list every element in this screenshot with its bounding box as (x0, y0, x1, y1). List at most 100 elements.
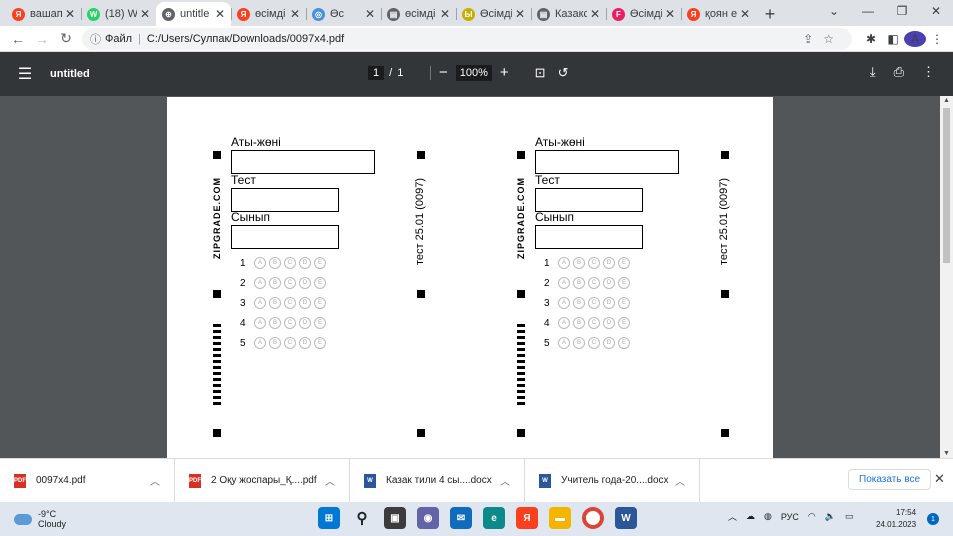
close-tab-icon[interactable]: ✕ (590, 7, 600, 21)
chevron-up-icon[interactable]: ︿ (728, 510, 737, 523)
tab-5[interactable]: ▤ өсімді ✕ (381, 2, 456, 26)
answer-bubble[interactable]: B (269, 277, 281, 289)
chevron-up-icon[interactable]: ︿ (150, 473, 160, 488)
answer-bubble[interactable]: D (603, 277, 615, 289)
answer-bubble[interactable]: A (558, 337, 570, 349)
url-text[interactable]: C:/Users/Сулпак/Downloads/0097x4.pdf (147, 33, 344, 45)
answer-bubble[interactable]: D (603, 257, 615, 269)
volume-icon[interactable]: 🔈 (825, 511, 836, 522)
zoom-level-input[interactable]: 100% (455, 64, 492, 81)
answer-bubble[interactable]: D (299, 257, 311, 269)
cloud-sync-icon[interactable]: ☁ (746, 511, 755, 522)
download-icon[interactable]: ⤓ (870, 64, 876, 80)
new-tab-button[interactable]: + (756, 2, 784, 26)
battery-icon[interactable]: ▭ (845, 511, 854, 522)
download-item[interactable]: PDF 0097x4.pdf ︿ (0, 458, 175, 503)
chevron-up-icon[interactable]: ︿ (500, 473, 510, 488)
close-tab-icon[interactable]: ✕ (440, 7, 450, 21)
wifi-icon[interactable]: ◠ (808, 511, 816, 522)
omnibox[interactable]: ⓘ Файл | C:/Users/Сулпак/Downloads/0097x… (82, 27, 852, 50)
answer-bubble[interactable]: B (573, 257, 585, 269)
answer-bubble[interactable]: D (299, 297, 311, 309)
close-tab-icon[interactable]: ✕ (140, 7, 150, 21)
scrollbar-thumb[interactable] (943, 108, 950, 263)
info-icon[interactable]: ⓘ (90, 31, 101, 47)
answer-bubble[interactable]: C (588, 297, 600, 309)
answer-bubble[interactable]: B (573, 277, 585, 289)
hamburger-menu-icon[interactable]: ☰ (0, 64, 50, 84)
answer-bubble[interactable]: E (314, 317, 326, 329)
tab-1[interactable]: W (18) Wh✕ (81, 2, 156, 26)
answer-bubble[interactable]: A (254, 297, 266, 309)
file-explorer-icon[interactable]: ▬ (549, 507, 571, 529)
answer-bubble[interactable]: A (254, 317, 266, 329)
answer-bubble[interactable]: A (558, 277, 570, 289)
answer-bubble[interactable]: A (254, 337, 266, 349)
answer-bubble[interactable]: C (588, 257, 600, 269)
notification-badge[interactable]: 1 (927, 513, 939, 525)
share-icon[interactable]: ⇪ (803, 32, 823, 46)
answer-bubble[interactable]: C (284, 297, 296, 309)
answer-bubble[interactable]: E (618, 337, 630, 349)
answer-bubble[interactable]: B (573, 317, 585, 329)
search-icon[interactable]: ⚲ (351, 507, 373, 529)
close-tab-icon[interactable]: ✕ (65, 7, 75, 21)
tab-9[interactable]: Яқоян е ✕ (681, 2, 756, 26)
answer-bubble[interactable]: D (603, 337, 615, 349)
answer-bubble[interactable]: D (299, 317, 311, 329)
mail-icon[interactable]: ✉ (450, 507, 472, 529)
show-all-downloads-button[interactable]: Показать все (848, 469, 932, 490)
answer-bubble[interactable]: B (269, 317, 281, 329)
page-number-input[interactable]: 1 (368, 66, 385, 80)
answer-bubble[interactable]: E (618, 277, 630, 289)
avatar[interactable]: A (904, 30, 926, 47)
answer-bubble[interactable]: C (284, 277, 296, 289)
answer-bubble[interactable]: C (588, 317, 600, 329)
edge-icon[interactable]: e (483, 507, 505, 529)
test-field[interactable] (535, 188, 643, 212)
side-panel-icon[interactable]: ◧ (882, 32, 904, 46)
close-tab-icon[interactable]: ✕ (740, 7, 750, 21)
fit-page-icon[interactable]: ⊡ (535, 65, 546, 81)
chevron-up-icon[interactable]: ︿ (325, 473, 335, 488)
yandex-browser-icon[interactable]: Я (516, 507, 538, 529)
clock[interactable]: 17:54 24.01.2023 (876, 507, 916, 531)
zoom-out-button[interactable]: − (439, 64, 448, 81)
answer-bubble[interactable]: E (618, 317, 630, 329)
language-indicator[interactable]: РУС (781, 512, 799, 522)
more-options-icon[interactable]: ⋮ (922, 64, 935, 80)
zoom-in-button[interactable]: + (500, 64, 509, 81)
tab-0[interactable]: Явашап ✕ (6, 2, 81, 26)
answer-bubble[interactable]: A (254, 257, 266, 269)
name-field[interactable] (535, 150, 679, 174)
test-field[interactable] (231, 188, 339, 212)
tab-2[interactable]: ⊕ untitle ✕ (156, 2, 231, 26)
reload-icon[interactable]: ↻ (54, 30, 78, 47)
class-field[interactable] (231, 225, 339, 249)
answer-bubble[interactable]: D (603, 297, 615, 309)
minimize-button[interactable]: — (851, 0, 885, 24)
scroll-up-icon[interactable]: ▲ (943, 97, 950, 104)
browser-menu-icon[interactable]: ⋮ (926, 32, 948, 46)
tab-3[interactable]: Яөсімді ✕ (231, 2, 306, 26)
answer-bubble[interactable]: C (284, 257, 296, 269)
tab-8[interactable]: F Өсімді ✕ (606, 2, 681, 26)
answer-bubble[interactable]: A (254, 277, 266, 289)
tab-7[interactable]: ▤ Казакс ✕ (531, 2, 606, 26)
answer-bubble[interactable]: E (618, 257, 630, 269)
answer-bubble[interactable]: C (284, 337, 296, 349)
print-icon[interactable]: ⎙ (894, 64, 904, 80)
scrollbar[interactable]: ▲ ▼ (940, 96, 953, 458)
chrome-icon[interactable] (582, 507, 604, 529)
answer-bubble[interactable]: B (573, 337, 585, 349)
pdf-viewer[interactable]: Аты-жөні Тест Сынып ZIPGRADE.COM тест 25.01 … (0, 96, 953, 458)
answer-bubble[interactable]: A (558, 257, 570, 269)
answer-bubble[interactable]: E (314, 337, 326, 349)
close-tab-icon[interactable]: ✕ (290, 7, 300, 21)
answer-bubble[interactable]: D (299, 337, 311, 349)
download-item[interactable]: W Учитель года-20....docx ︿ (525, 458, 700, 503)
windows-start-icon[interactable]: ⊞ (318, 507, 340, 529)
close-window-button[interactable]: ✕ (919, 0, 953, 24)
restore-button[interactable]: ❐ (885, 0, 919, 24)
answer-bubble[interactable]: B (269, 297, 281, 309)
